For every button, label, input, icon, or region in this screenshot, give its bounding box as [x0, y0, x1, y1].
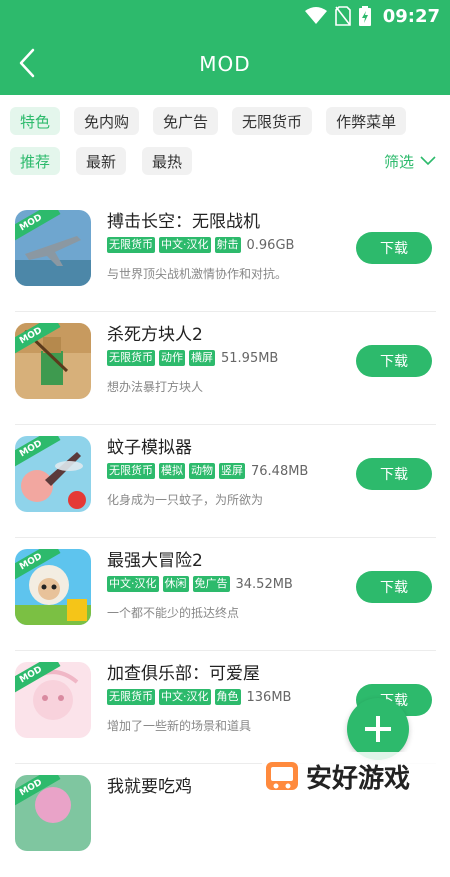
tag: 中文·汉化: [159, 237, 211, 253]
file-size: 136MB: [246, 689, 292, 705]
gamepad-logo-icon: [266, 762, 298, 790]
chip-cheat-menu[interactable]: 作弊菜单: [326, 107, 407, 135]
tag: 休闲: [162, 576, 189, 592]
watermark: 安好游戏: [262, 752, 450, 800]
category-filter-row: 特色 免内购 免广告 无限货币 作弊菜单: [0, 95, 450, 135]
game-icon-sheep: MOD: [15, 549, 91, 625]
chip-no-iap[interactable]: 免内购: [74, 107, 140, 135]
plus-icon: [365, 716, 391, 742]
filter-label: 筛选: [383, 152, 414, 171]
tag-row: 无限货币 中文·汉化 角色 136MB: [107, 689, 291, 705]
tag: 无限货币: [107, 463, 155, 479]
tag: 无限货币: [107, 237, 155, 253]
filter-button[interactable]: 筛选: [384, 151, 436, 172]
game-title: 搏击长空：无限战机: [107, 212, 260, 232]
list-item[interactable]: MOD 蚊子模拟器 无限货币 模拟 动物 竖屏 76.48MB 化身成为一只蚊子…: [15, 425, 436, 538]
tag: 模拟: [159, 463, 185, 479]
list-item[interactable]: MOD 杀死方块人2 无限货币 动作 横屏 51.95MB 想办法暴打方块人 下…: [15, 312, 436, 425]
game-description: 想办法暴打方块人: [107, 380, 204, 394]
add-button[interactable]: [347, 698, 409, 760]
tag: 中文·汉化: [159, 689, 211, 705]
game-icon-jet: MOD: [15, 210, 91, 286]
wifi-icon: [304, 7, 327, 24]
chip-unlimited-currency[interactable]: 无限货币: [232, 107, 313, 135]
game-icon-mosquito: MOD: [15, 436, 91, 512]
file-size: 76.48MB: [251, 463, 309, 479]
tag: 竖屏: [219, 463, 245, 479]
game-icon-gacha: MOD: [15, 662, 91, 738]
tag: 横屏: [189, 350, 215, 366]
sort-hottest[interactable]: 最热: [142, 147, 193, 175]
sort-row: 推荐 最新 最热 筛选: [0, 135, 450, 175]
game-icon-chicken: MOD: [15, 775, 91, 851]
sort-recommended[interactable]: 推荐: [10, 147, 61, 175]
file-size: 51.95MB: [221, 350, 279, 366]
game-title: 加查俱乐部：可爱屋: [107, 664, 260, 684]
file-size: 0.96GB: [246, 237, 295, 253]
download-button[interactable]: 下载: [356, 571, 432, 603]
game-description: 与世界顶尖战机激情协作和对抗。: [107, 267, 288, 281]
download-button[interactable]: 下载: [356, 458, 432, 490]
tag: 无限货币: [107, 350, 155, 366]
chip-featured[interactable]: 特色: [10, 107, 61, 135]
no-sim-icon: [334, 6, 351, 26]
back-button[interactable]: [10, 46, 44, 80]
status-bar: 09:27: [0, 0, 450, 32]
list-item[interactable]: MOD 最强大冒险2 中文·汉化 休闲 免广告 34.52MB 一个都不能少的抵…: [15, 538, 436, 651]
watermark-text: 安好游戏: [306, 763, 411, 794]
app-header: MOD: [0, 32, 450, 95]
tag: 免广告: [192, 576, 230, 592]
battery-charging-icon: [358, 6, 371, 26]
tag: 动物: [189, 463, 215, 479]
game-icon-blockman: MOD: [15, 323, 91, 399]
download-button[interactable]: 下载: [356, 345, 432, 377]
game-title: 最强大冒险2: [107, 551, 203, 571]
tag-row: 中文·汉化 休闲 免广告 34.52MB: [107, 576, 293, 592]
tag: 角色: [214, 689, 241, 705]
tag: 无限货币: [107, 689, 155, 705]
page-title: MOD: [199, 51, 251, 76]
tag: 中文·汉化: [107, 576, 159, 592]
chip-no-ads[interactable]: 免广告: [153, 107, 219, 135]
chevron-down-icon: [420, 156, 436, 166]
sort-newest[interactable]: 最新: [76, 147, 127, 175]
tag-row: 无限货币 中文·汉化 射击 0.96GB: [107, 237, 294, 253]
game-title: 蚊子模拟器: [107, 438, 192, 458]
tag-row: 无限货币 模拟 动物 竖屏 76.48MB: [107, 463, 308, 479]
tag: 射击: [214, 237, 241, 253]
list-item[interactable]: MOD 搏击长空：无限战机 无限货币 中文·汉化 射击 0.96GB 与世界顶尖…: [15, 199, 436, 312]
file-size: 34.52MB: [235, 576, 293, 592]
download-button[interactable]: 下载: [356, 232, 432, 264]
game-description: 增加了一些新的场景和道具: [107, 719, 252, 733]
clock: 09:27: [382, 5, 440, 27]
tag: 动作: [159, 350, 185, 366]
game-description: 化身成为一只蚊子，为所欲为: [107, 493, 264, 507]
chevron-left-icon: [19, 48, 35, 78]
game-description: 一个都不能少的抵达终点: [107, 606, 240, 620]
tag-row: 无限货币 动作 横屏 51.95MB: [107, 350, 278, 366]
game-title: 杀死方块人2: [107, 325, 203, 345]
game-title: 我就要吃鸡: [107, 777, 192, 797]
